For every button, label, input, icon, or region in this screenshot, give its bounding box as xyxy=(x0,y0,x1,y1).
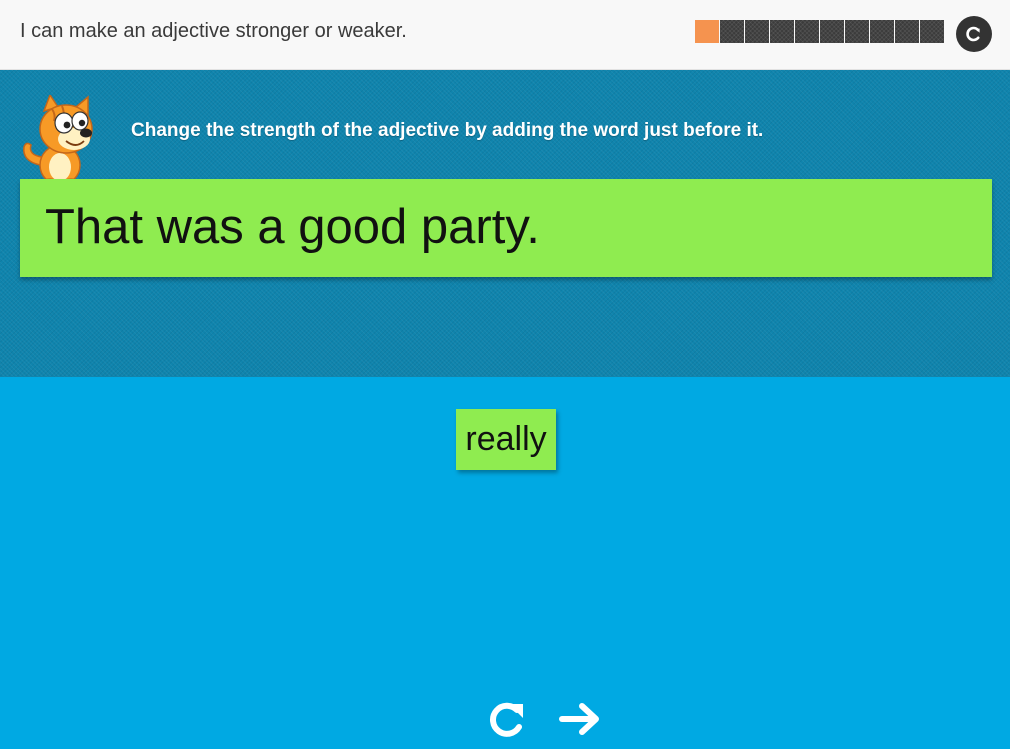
progress-segment-pending xyxy=(820,20,844,43)
progress-bar xyxy=(695,20,944,43)
answer-panel: really xyxy=(0,377,1010,749)
progress-segment-pending xyxy=(795,20,819,43)
progress-segment-pending xyxy=(720,20,744,43)
header-bar: I can make an adjective stronger or weak… xyxy=(0,0,1010,70)
sentence-text: That was a good party. xyxy=(45,200,540,254)
next-button[interactable] xyxy=(558,701,602,742)
progress-segment-pending xyxy=(745,20,769,43)
progress-segment-pending xyxy=(895,20,919,43)
learning-objective: I can make an adjective stronger or weak… xyxy=(20,20,407,42)
retry-icon xyxy=(490,702,523,737)
activity-page: I can make an adjective stronger or weak… xyxy=(0,0,1010,749)
sentence-drop-zone[interactable]: That was a good party. xyxy=(20,179,992,277)
progress-segment-pending xyxy=(870,20,894,43)
retry-button[interactable] xyxy=(486,698,528,745)
cat-mascot-icon xyxy=(23,95,93,187)
next-arrow-icon xyxy=(559,703,599,735)
progress-segment-pending xyxy=(920,20,944,43)
restart-icon xyxy=(966,26,980,42)
progress-segment-pending xyxy=(845,20,869,43)
restart-button[interactable] xyxy=(956,16,992,52)
instruction-text: Change the strength of the adjective by … xyxy=(131,120,764,141)
word-tile-really[interactable]: really xyxy=(456,409,556,470)
question-panel: Change the strength of the adjective by … xyxy=(0,70,1010,377)
progress-segment-complete xyxy=(695,20,719,43)
progress-segment-pending xyxy=(770,20,794,43)
